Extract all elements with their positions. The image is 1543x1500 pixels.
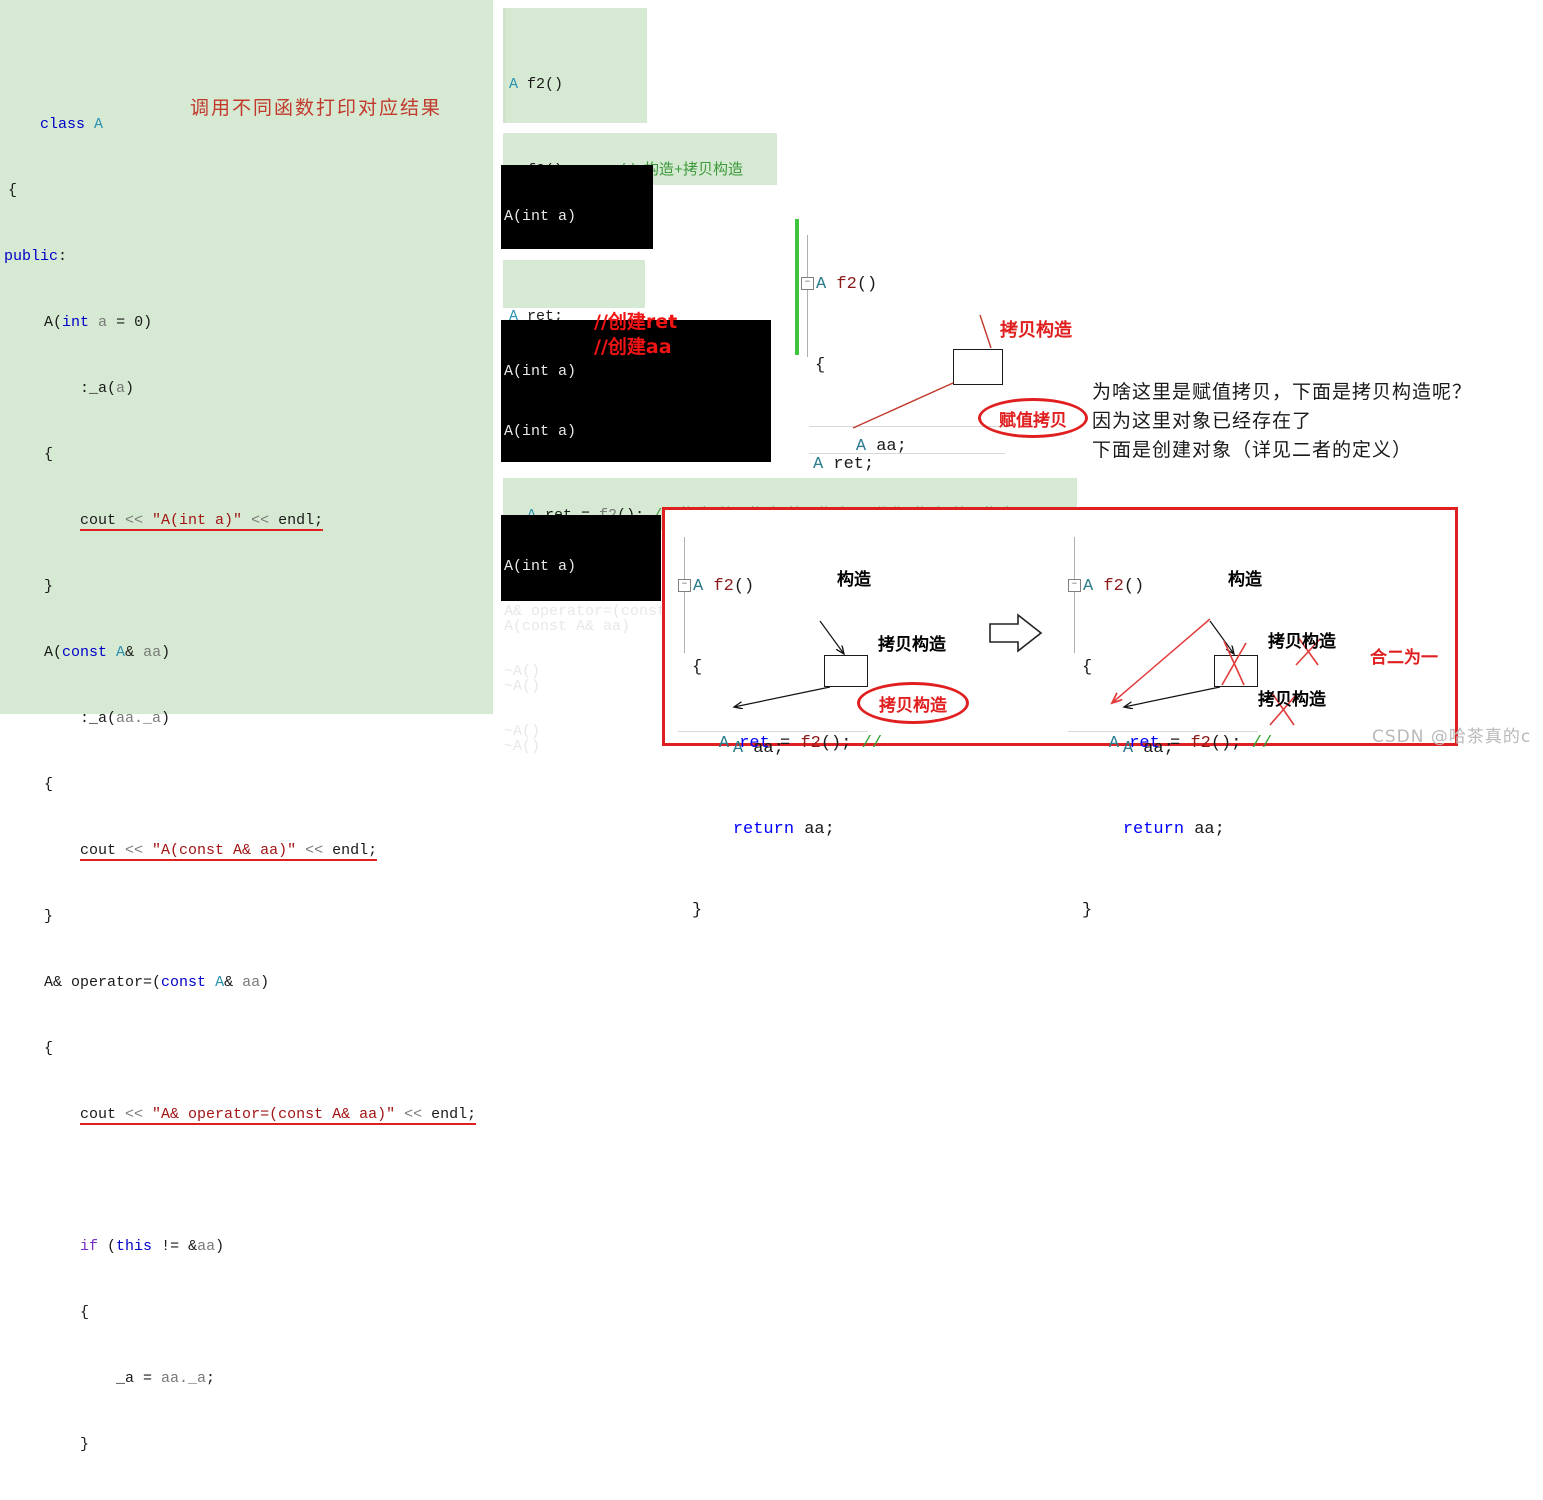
- code-line: }: [8, 578, 54, 595]
- code-line: {: [8, 446, 54, 463]
- csdn-watermark: CSDN @哈茶真的c: [1372, 727, 1532, 747]
- label-copy-construct-right-2: 拷贝构造: [1258, 690, 1326, 710]
- code-line: }: [8, 908, 54, 925]
- collapse-icon[interactable]: −: [801, 277, 814, 291]
- code-line: :_a(a): [8, 380, 135, 397]
- label-copy-construct-assigncase: 拷贝构造: [1000, 320, 1072, 341]
- editor-gutter: [0, 0, 4, 714]
- temporary-object-box: [953, 349, 1003, 385]
- temporary-object-box: [824, 655, 868, 687]
- code-line: {: [8, 182, 18, 199]
- code-line: A f2(): [509, 76, 564, 93]
- code-line: {: [8, 1040, 54, 1057]
- label-construct-right: 构造: [1228, 570, 1262, 590]
- change-marker-bar: [795, 219, 799, 355]
- annotation-call-different-functions: 调用不同函数打印对应结果: [190, 97, 443, 119]
- terminal-line: ~A(): [504, 678, 541, 695]
- optimization-arrow-icon: [988, 612, 1044, 659]
- diagram-after-optimization: − A f2() { A aa; return aa; } A ret = f2(…: [1062, 515, 1392, 920]
- code-line: A(int a = 0): [8, 314, 153, 331]
- label-copy-construct-left-1: 拷贝构造: [878, 635, 946, 655]
- terminal-line: ~A(): [504, 738, 541, 755]
- terminal-line: A(const A& aa): [504, 618, 631, 635]
- code-line: _a = aa._a;: [8, 1370, 216, 1387]
- explanation-line-2: 因为这里对象已经存在了: [1092, 410, 1313, 432]
- terminal-line: A(int a): [504, 423, 577, 440]
- note-create-aa: //创建aa: [594, 336, 672, 358]
- terminal-output-1: A(int a) A(const A& aa) ~A() ~A(): [501, 165, 653, 405]
- collapse-icon[interactable]: −: [1068, 579, 1081, 593]
- label-copy-construct-right-1: 拷贝构造: [1268, 632, 1336, 652]
- explanation-line-3: 下面是创建对象（详见二者的定义）: [1092, 439, 1413, 461]
- code-line: cout << "A(const A& aa)" << endl;: [80, 842, 378, 861]
- label-assignment-copy-ellipse: 赋值拷贝: [978, 398, 1088, 438]
- code-line: }: [8, 1436, 90, 1453]
- terminal-line: A(int a): [504, 363, 577, 380]
- code-line: A(const A& aa): [8, 644, 171, 661]
- explanation-line-1: 为啥这里是赋值拷贝，下面是拷贝构造呢？: [1092, 381, 1473, 403]
- f2-snippet-panel[interactable]: A f2() { A aa; return aa; }: [503, 8, 647, 357]
- code-line: public:: [4, 248, 68, 265]
- explanation-text: 为啥这里是赋值拷贝，下面是拷贝构造呢？ 因为这里对象已经存在了 下面是创建对象（…: [1092, 378, 1472, 465]
- code-line: :_a(aa._a): [8, 710, 171, 727]
- strip-ret-assign: A ret; ret = f2();: [503, 260, 645, 391]
- terminal-line: A(int a): [504, 558, 577, 575]
- label-merge-two-into-one: 合二为一: [1370, 648, 1438, 668]
- note-create-ret: //创建ret: [594, 311, 678, 333]
- code-line: {: [8, 776, 54, 793]
- code-line: A& operator=(const A& aa): [8, 974, 270, 991]
- code-line: cout << "A& operator=(const A& aa)" << e…: [80, 1106, 477, 1125]
- label-copy-construct-left-ellipse: 拷贝构造: [857, 682, 969, 724]
- label-construct-left: 构造: [837, 570, 871, 590]
- terminal-output-3: A(int a) A(const A& aa) ~A() ~A(): [501, 515, 661, 755]
- temporary-object-box: [1214, 655, 1258, 687]
- collapse-icon[interactable]: −: [678, 579, 691, 593]
- code-line: {: [8, 1304, 90, 1321]
- code-line: cout << "A(int a)" << endl;: [80, 512, 324, 531]
- terminal-line: A(int a): [504, 208, 577, 225]
- code-line: if (this != &aa): [80, 1238, 225, 1255]
